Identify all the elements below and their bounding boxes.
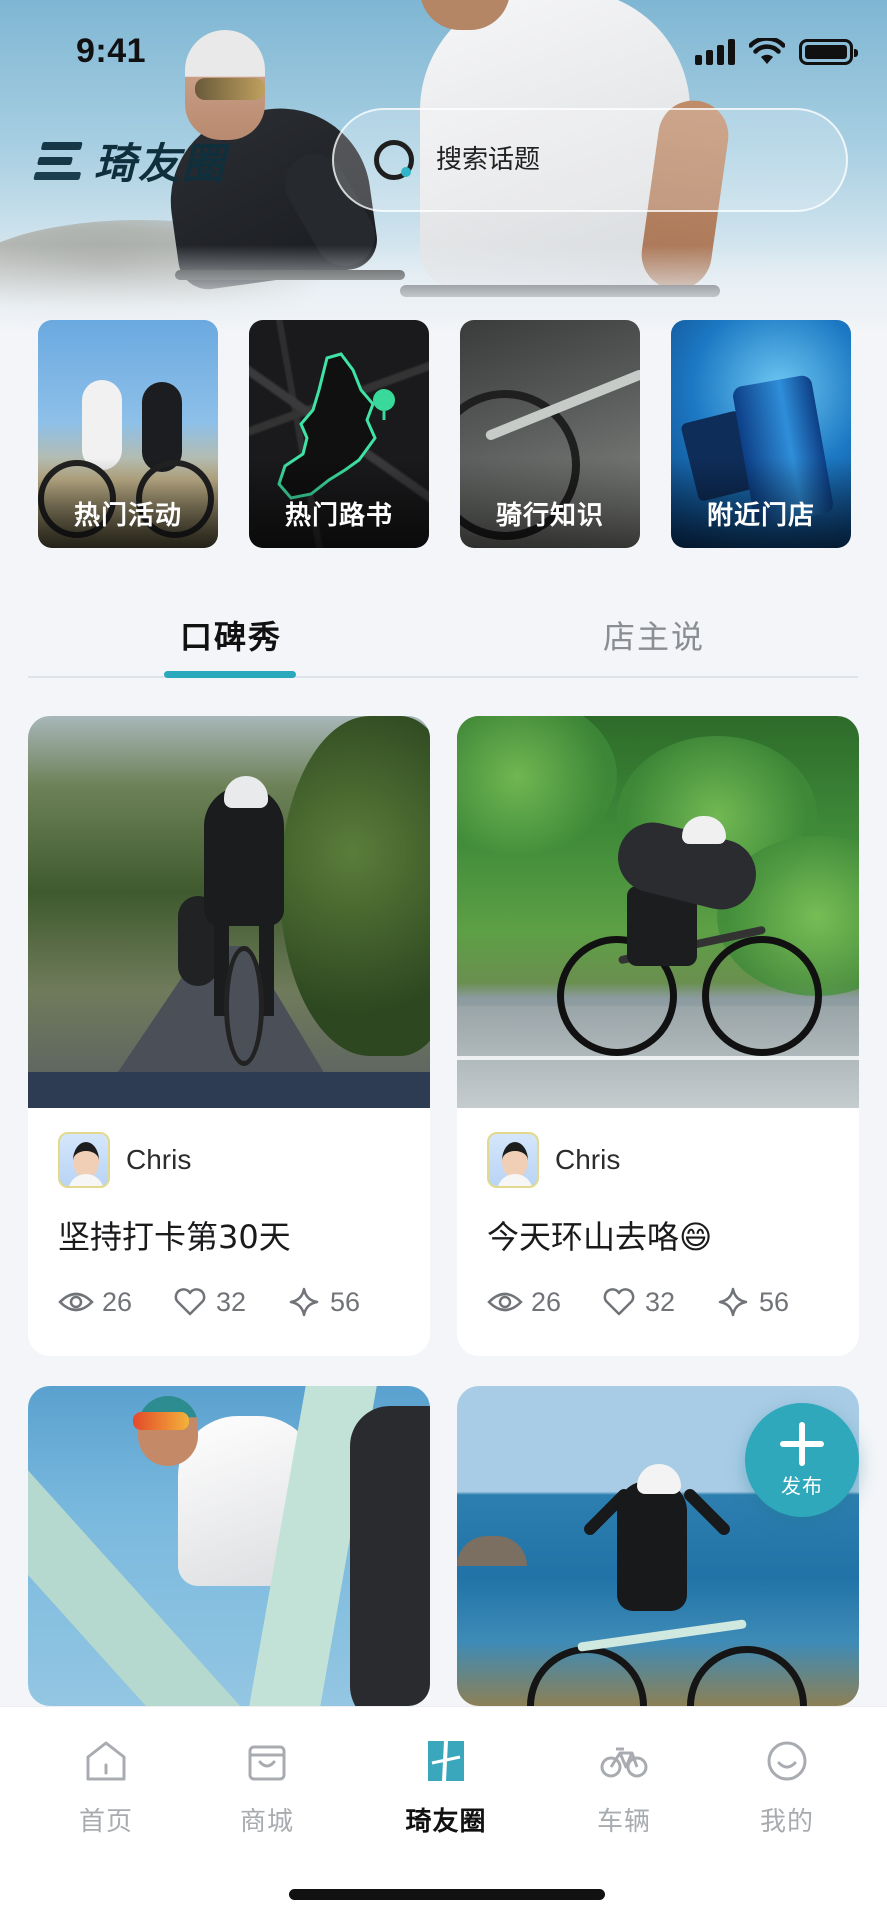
- eye-icon: [487, 1292, 523, 1312]
- search-bar[interactable]: [332, 108, 848, 212]
- status-icons: [695, 38, 858, 66]
- favorites-stat[interactable]: 56: [715, 1287, 829, 1318]
- post-author[interactable]: Chris: [487, 1130, 829, 1190]
- nav-vehicle[interactable]: 车辆: [564, 1735, 684, 1838]
- heart-icon: [174, 1288, 206, 1316]
- home-icon: [86, 1741, 126, 1781]
- publish-button[interactable]: 发布: [745, 1403, 859, 1517]
- favorites-count: 56: [759, 1286, 790, 1317]
- feed-tabs: 口碑秀 店主说: [28, 598, 858, 678]
- quick-entry-label: 骑行知识: [495, 501, 604, 531]
- quick-entry-label: 热门活动: [73, 501, 182, 531]
- favorites-stat[interactable]: 56: [286, 1287, 400, 1318]
- nav-mall[interactable]: 商城: [207, 1735, 327, 1838]
- post-stats: 26 32 56: [58, 1282, 400, 1322]
- home-indicator: [289, 1889, 605, 1900]
- quick-entry-label: 附近门店: [706, 501, 815, 531]
- search-icon: [374, 140, 414, 180]
- feed-card[interactable]: Chris 今天环山去咯😄 26 32 56: [457, 716, 859, 1356]
- nav-label: 车辆: [596, 1807, 651, 1837]
- community-icon: [428, 1741, 464, 1781]
- tab-reviews[interactable]: 口碑秀: [180, 612, 282, 658]
- quick-entry-nearby-stores[interactable]: 附近门店: [671, 320, 851, 548]
- bottom-nav: 首页 商城 琦友圈 车辆 我的: [0, 1706, 887, 1920]
- avatar[interactable]: [487, 1132, 539, 1188]
- quick-entry-hot-routes[interactable]: 热门路书: [249, 320, 429, 548]
- cellular-signal-icon: [695, 39, 735, 65]
- views-count: 26: [102, 1286, 133, 1317]
- sparkle-star-icon: [718, 1287, 748, 1317]
- post-stats: 26 32 56: [487, 1282, 829, 1322]
- post-image[interactable]: [28, 1386, 430, 1706]
- nav-label: 商城: [239, 1807, 294, 1837]
- quick-entry-row: 热门活动 热门路书 骑行知识 附近门店: [38, 320, 851, 548]
- bicycle-icon: [600, 1747, 648, 1778]
- logo-text: 琦友圈: [94, 139, 227, 188]
- tab-owner-says[interactable]: 店主说: [603, 612, 705, 658]
- feed-card[interactable]: [28, 1386, 430, 1706]
- nav-label: 琦友圈: [405, 1807, 487, 1837]
- post-title: 今天环山去咯😄: [487, 1218, 713, 1256]
- tab-active-indicator: [164, 671, 296, 678]
- author-name: Chris: [126, 1144, 192, 1175]
- nav-profile[interactable]: 我的: [727, 1735, 847, 1838]
- feed-card[interactable]: Chris 坚持打卡第30天 26 32 56: [28, 716, 430, 1356]
- logo-mark-icon: [33, 140, 89, 182]
- views-stat: 26: [487, 1287, 601, 1318]
- likes-count: 32: [216, 1286, 247, 1317]
- likes-stat[interactable]: 32: [172, 1287, 286, 1318]
- smile-icon: [767, 1741, 807, 1781]
- post-image[interactable]: [28, 716, 430, 1108]
- sparkle-star-icon: [289, 1287, 319, 1317]
- nav-label: 首页: [78, 1807, 133, 1837]
- status-time: 9:41: [76, 32, 147, 70]
- post-author[interactable]: Chris: [58, 1130, 400, 1190]
- avatar[interactable]: [58, 1132, 110, 1188]
- app-logo: 琦友圈: [33, 130, 227, 191]
- battery-icon: [799, 39, 858, 65]
- quick-entry-hot-events[interactable]: 热门活动: [38, 320, 218, 548]
- wifi-icon: [749, 38, 785, 64]
- publish-label: 发布: [781, 1473, 823, 1498]
- plus-icon: [780, 1421, 824, 1466]
- author-name: Chris: [555, 1144, 621, 1175]
- likes-stat[interactable]: 32: [601, 1287, 715, 1318]
- quick-entry-label: 热门路书: [284, 501, 393, 531]
- nav-label: 我的: [759, 1807, 814, 1837]
- post-image[interactable]: [457, 716, 859, 1108]
- views-stat: 26: [58, 1287, 172, 1318]
- views-count: 26: [531, 1286, 562, 1317]
- heart-icon: [603, 1288, 635, 1316]
- shopping-bag-icon: [248, 1745, 286, 1781]
- nav-community[interactable]: 琦友圈: [386, 1735, 506, 1838]
- favorites-count: 56: [330, 1286, 361, 1317]
- quick-entry-riding-knowledge[interactable]: 骑行知识: [460, 320, 640, 548]
- likes-count: 32: [645, 1286, 676, 1317]
- search-input[interactable]: [436, 145, 816, 175]
- nav-home[interactable]: 首页: [46, 1735, 166, 1838]
- eye-icon: [58, 1292, 94, 1312]
- post-title: 坚持打卡第30天: [58, 1218, 291, 1256]
